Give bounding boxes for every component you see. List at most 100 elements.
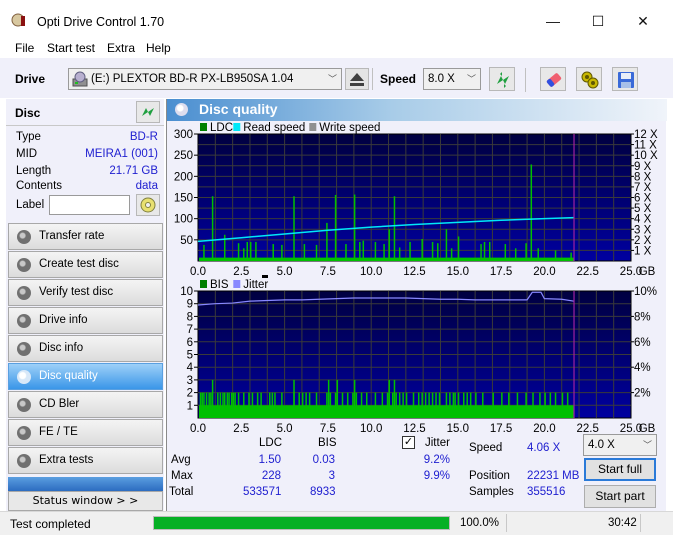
bis-bar — [210, 392, 212, 418]
test-speed-value: 4.0 X — [588, 439, 615, 451]
avg-jitter: 9.2% — [423, 454, 450, 466]
ldc-bar — [326, 222, 328, 261]
status-bar: Test completed 100.0% 30:42 — [0, 511, 673, 535]
ldc-bar — [570, 252, 572, 261]
disc-icon — [17, 286, 31, 300]
nav-disc-quality[interactable]: Disc quality — [8, 363, 163, 390]
minimize-button[interactable]: — — [538, 8, 568, 34]
erase-button[interactable] — [540, 67, 566, 91]
bis-left-tick-label: 2 — [187, 388, 193, 400]
disc-icon — [17, 314, 31, 328]
bis-bar — [260, 392, 262, 418]
bis-left-tick-label: 8 — [187, 311, 193, 323]
sidebar: Disc Type BD-R MID MEIRA1 (001) Length 2… — [6, 99, 164, 511]
bis-bar — [281, 392, 283, 418]
scroll-marker — [262, 275, 268, 278]
ldc-x-tick-label: 2.5 — [233, 266, 249, 278]
close-button[interactable]: ✕ — [628, 8, 658, 34]
start-full-button[interactable]: Start full — [584, 458, 656, 481]
bis-legend-swatch — [200, 280, 207, 288]
bis-bar — [274, 392, 276, 418]
nav-label: Extra tests — [39, 454, 94, 466]
bis-bar — [230, 392, 233, 418]
bis-right-tick-label: 4% — [634, 362, 651, 374]
disc-header: Disc — [6, 99, 164, 126]
bis-bar — [398, 392, 401, 418]
bis-bar — [293, 379, 295, 418]
menu-extra[interactable]: Extra — [107, 41, 135, 55]
disc-label-input[interactable] — [49, 195, 130, 215]
nav-label: Transfer rate — [39, 230, 105, 242]
ldc-bar — [488, 241, 491, 261]
bis-bar — [305, 392, 307, 418]
bis-bar — [329, 392, 332, 418]
nav-create-test-disc[interactable]: Create test disc — [8, 251, 163, 278]
title-bar: Opti Drive Control 1.70 — ☐ ✕ — [0, 0, 673, 34]
ldc-right-tick-label: 9 X — [634, 161, 652, 173]
nav-fe-te[interactable]: FE / TE — [8, 419, 163, 446]
bis-bar — [508, 392, 510, 418]
drive-value: (E:) PLEXTOR BD-R PX-LB950SA 1.04 — [91, 73, 294, 85]
disc-value: data — [135, 180, 158, 192]
toolbar-separator — [525, 68, 526, 92]
ldc-bar — [374, 241, 377, 261]
nav-cd-bler[interactable]: CD Bler — [8, 391, 163, 418]
ldc-bar — [445, 229, 448, 261]
status-window-button[interactable]: Status window > > — [8, 491, 163, 511]
start-part-button[interactable]: Start part — [584, 485, 656, 508]
eject-button[interactable] — [345, 68, 369, 90]
ldc-x-tick-label: 7.5 — [320, 266, 336, 278]
avg-bis: 0.03 — [312, 454, 335, 466]
elapsed-time: 30:42 — [608, 517, 637, 529]
bis-right-tick-label: 2% — [634, 388, 651, 400]
bis-left-tick-label: 5 — [187, 350, 193, 362]
nav-disc-info[interactable]: Disc info — [8, 335, 163, 362]
bis-bar — [435, 392, 437, 418]
nav-label: Verify test disc — [39, 286, 114, 298]
disc-icon — [17, 454, 31, 468]
bis-bar — [561, 392, 564, 418]
jitter-checkbox[interactable]: ✓ — [402, 436, 415, 449]
bis-bar — [395, 392, 397, 418]
bis-bar — [334, 392, 337, 418]
menu-help[interactable]: Help — [146, 41, 171, 55]
ldc-bar — [334, 194, 337, 261]
bis-bar — [308, 392, 311, 418]
settings-button[interactable] — [576, 67, 602, 91]
bis-left-tick-label: 9 — [187, 299, 193, 311]
drive-select[interactable]: (E:) PLEXTOR BD-R PX-LB950SA 1.04 ﹀ — [68, 68, 342, 90]
ldc-bar — [450, 248, 453, 261]
disc-refresh-button[interactable] — [136, 101, 160, 123]
ldc-bar — [203, 244, 205, 261]
bis-legend-label: BIS — [210, 279, 229, 291]
bis-left-tick-label: 1 — [187, 400, 193, 412]
save-button[interactable] — [612, 67, 638, 91]
avg-ldc: 1.50 — [258, 454, 281, 466]
maximize-button[interactable]: ☐ — [583, 8, 613, 34]
bis-bar — [228, 392, 230, 418]
sidebar-fill — [8, 477, 163, 491]
speed-select[interactable]: 8.0 X ﹀ — [423, 68, 481, 90]
status-text: Test completed — [10, 517, 91, 531]
eraser-icon — [546, 73, 562, 87]
disc-label-button[interactable] — [136, 194, 160, 216]
ldc-x-tick-label: 15.0 — [447, 266, 469, 278]
nav-transfer-rate[interactable]: Transfer rate — [8, 223, 163, 250]
nav-extra-tests[interactable]: Extra tests — [8, 447, 163, 474]
refresh-button[interactable] — [489, 67, 515, 91]
bis-x-tick-label: 20.0 — [533, 423, 555, 435]
bis-bar — [336, 379, 339, 418]
menu-file[interactable]: File — [15, 41, 34, 55]
ldc-right-tick-label: 4 X — [634, 214, 652, 226]
speed-value: 8.0 X — [428, 73, 455, 85]
disc-quality-panel: Disc quality 50 100 150 200 250 300 1 X2 X3 X4… — [166, 99, 667, 511]
bis-bar — [417, 392, 420, 418]
test-speed-select[interactable]: 4.0 X ﹀ — [583, 434, 657, 456]
panel-title: Disc quality — [199, 101, 278, 117]
nav-drive-info[interactable]: Drive info — [8, 307, 163, 334]
nav-verify-test-disc[interactable]: Verify test disc — [8, 279, 163, 306]
nav-label: Disc quality — [39, 370, 98, 382]
avg-label: Avg — [171, 454, 191, 466]
menu-start-test[interactable]: Start test — [47, 41, 95, 55]
ldc-bar — [393, 196, 396, 261]
